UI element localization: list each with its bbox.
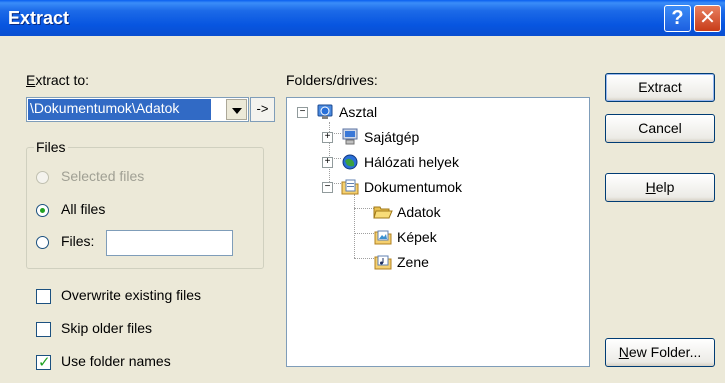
- radio-selected-files[interactable]: [36, 171, 49, 184]
- files-pattern-input[interactable]: [106, 230, 233, 256]
- title-close-button[interactable]: ✕: [694, 5, 721, 32]
- radio-dot-icon: [40, 208, 45, 213]
- checkbox-use-folder-names-label: Use folder names: [61, 353, 171, 369]
- my-documents-icon: [341, 179, 359, 195]
- collapse-icon[interactable]: −: [322, 182, 333, 193]
- question-icon: ?: [671, 7, 684, 29]
- extract-button[interactable]: Extract: [605, 73, 715, 102]
- extract-to-value[interactable]: \Dokumentumok\Adatok: [28, 99, 211, 120]
- folder-tree[interactable]: − Asztal + Sajátgép + Hálózati helyek − …: [286, 97, 590, 367]
- collapse-icon[interactable]: −: [297, 107, 308, 118]
- pictures-folder-icon: [374, 230, 392, 245]
- expand-icon[interactable]: +: [322, 132, 333, 143]
- radio-files[interactable]: [36, 236, 49, 249]
- folders-drives-label: Folders/drives:: [286, 72, 378, 88]
- extract-to-combo[interactable]: \Dokumentumok\Adatok: [26, 97, 249, 122]
- extract-dialog: Extract ? ✕ Extract to: \Dokumentumok\Ad…: [0, 0, 725, 383]
- checkmark-icon: ✓: [38, 354, 51, 371]
- window-title: Extract: [8, 8, 70, 28]
- radio-files-label: Files:: [61, 233, 95, 249]
- radio-selected-files-label: Selected files: [61, 168, 145, 184]
- checkbox-skip-older[interactable]: [36, 322, 51, 337]
- radio-all-files[interactable]: [36, 204, 49, 217]
- radio-all-files-label: All files: [61, 201, 106, 217]
- checkbox-skip-older-label: Skip older files: [61, 320, 153, 336]
- extract-to-label: Extract to:: [26, 72, 90, 88]
- desktop-icon: [317, 104, 333, 119]
- folder-open-icon: [373, 206, 393, 219]
- files-group-title: Files: [34, 139, 68, 155]
- new-folder-button[interactable]: New Folder...: [605, 338, 715, 367]
- cancel-button[interactable]: Cancel: [605, 114, 715, 143]
- checkbox-use-folder-names[interactable]: ✓: [36, 354, 51, 371]
- expand-icon[interactable]: +: [322, 157, 333, 168]
- network-places-icon: [342, 154, 358, 170]
- help-button[interactable]: Help: [605, 173, 715, 202]
- title-help-button[interactable]: ?: [664, 5, 691, 32]
- title-bar[interactable]: Extract ? ✕: [0, 0, 725, 36]
- chevron-down-icon: [232, 108, 242, 114]
- my-computer-icon: [342, 128, 358, 145]
- combo-dropdown-button[interactable]: [226, 99, 247, 120]
- checkbox-overwrite-label: Overwrite existing files: [61, 287, 202, 303]
- close-icon: ✕: [699, 7, 716, 29]
- checkbox-overwrite[interactable]: [36, 289, 51, 304]
- browse-go-button[interactable]: ->: [250, 97, 275, 122]
- music-folder-icon: [374, 255, 392, 270]
